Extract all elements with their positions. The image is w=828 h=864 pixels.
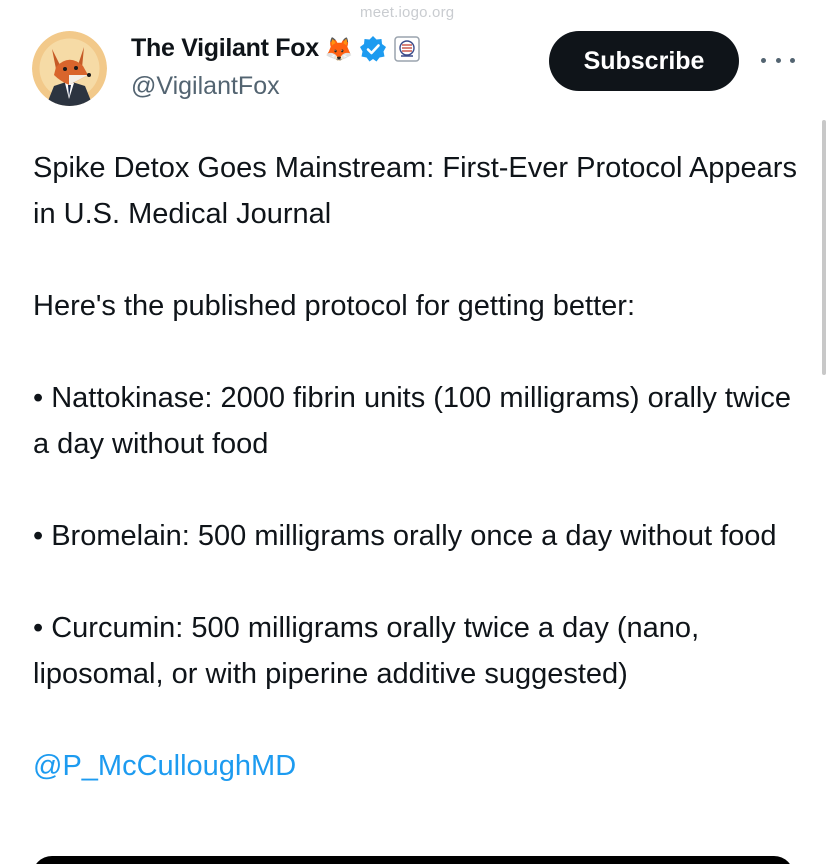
protocol-item-curcumin: • Curcumin: 500 milligrams orally twice …: [33, 612, 700, 690]
watermark: meet.iogo.org: [360, 4, 455, 21]
author-handle[interactable]: @VigilantFox: [131, 72, 280, 101]
avatar[interactable]: [32, 31, 107, 106]
author-name[interactable]: The Vigilant Fox: [131, 34, 319, 63]
dot: [790, 57, 795, 63]
author-name-row[interactable]: The Vigilant Fox 🦊: [131, 34, 421, 63]
tweet-title: Spike Detox Goes Mainstream: First-Ever …: [33, 152, 797, 230]
affiliate-badge-icon[interactable]: [393, 35, 421, 63]
dot: [775, 57, 781, 63]
scrollbar[interactable]: [822, 120, 826, 375]
verified-badge-icon[interactable]: [359, 35, 387, 63]
protocol-item-nattokinase: • Nattokinase: 2000 fibrin units (100 mi…: [33, 382, 792, 460]
fox-avatar-icon: [32, 31, 107, 106]
media-card[interactable]: [32, 856, 794, 864]
fox-emoji-icon: 🦊: [324, 35, 354, 62]
tweet-text: Spike Detox Goes Mainstream: First-Ever …: [33, 145, 803, 835]
protocol-item-bromelain: • Bromelain: 500 milligrams orally once …: [33, 520, 777, 552]
dot: [761, 57, 766, 63]
tweet-intro: Here's the published protocol for gettin…: [33, 290, 636, 322]
subscribe-button[interactable]: Subscribe: [549, 31, 739, 91]
mention-link[interactable]: @P_McCulloughMD: [33, 743, 803, 789]
more-dots-icon[interactable]: [761, 52, 795, 68]
